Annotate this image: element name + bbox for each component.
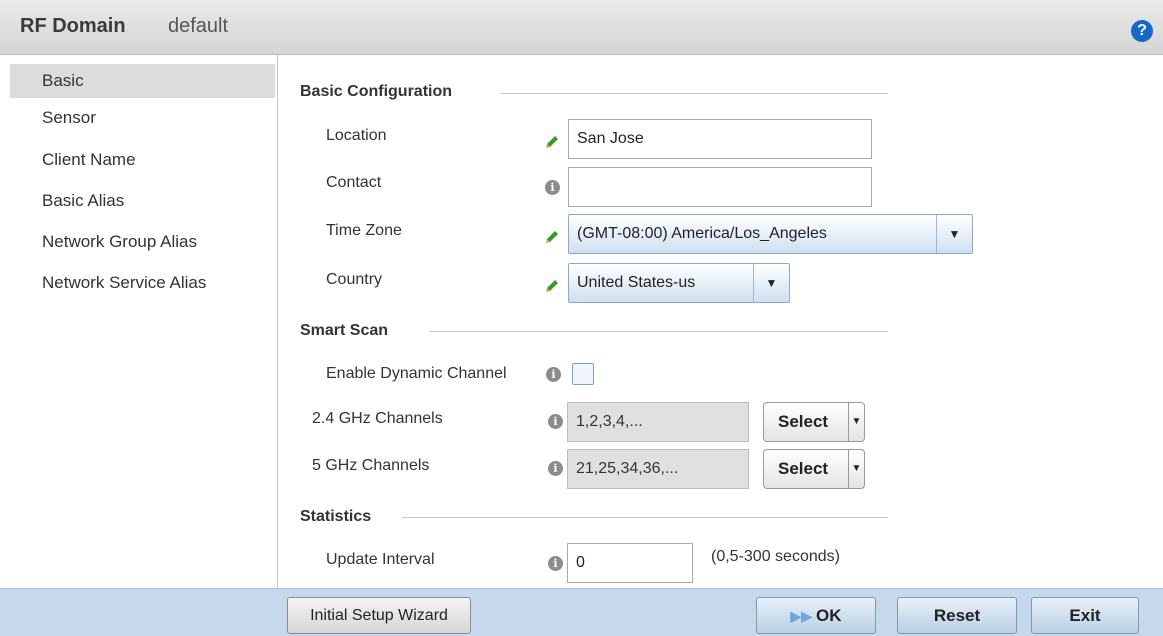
reset-button[interactable]: Reset [897,597,1017,634]
chevron-down-icon: ▼ [848,403,864,441]
contact-label: Contact [326,174,382,191]
select-button-label: Select [778,412,829,431]
pencil-icon [546,280,558,292]
chevron-down-icon: ▼ [753,264,789,302]
statistics-heading: Statistics [300,508,372,525]
info-icon: i [546,367,561,382]
sidebar: Basic Sensor Client Name Basic Alias Net… [0,55,278,636]
location-input[interactable] [568,119,872,159]
location-label: Location [326,127,387,144]
sidebar-item-sensor[interactable]: Sensor [10,101,275,135]
footer-bar: Initial Setup Wizard ▶▶ OK Reset Exit [279,588,1163,636]
pencil-icon [546,136,558,148]
ok-button[interactable]: ▶▶ OK [756,597,876,634]
sidebar-item-basic[interactable]: Basic [10,64,275,98]
sidebar-footer [0,588,279,636]
help-icon[interactable]: ? [1131,20,1153,42]
channels-5-input [567,449,749,489]
sidebar-item-network-service-alias[interactable]: Network Service Alias [10,266,275,300]
channels-24-input [567,402,749,442]
country-select[interactable]: United States-us ▼ [568,263,790,303]
info-icon: i [548,414,563,429]
chevron-down-icon: ▼ [936,215,972,253]
time-zone-select[interactable]: (GMT-08:00) America/Los_Angeles ▼ [568,214,973,254]
section-divider [402,517,888,518]
country-value: United States-us [577,274,696,291]
smart-scan-heading: Smart Scan [300,322,389,339]
select-button-label: Select [778,459,829,478]
sidebar-item-basic-alias[interactable]: Basic Alias [10,184,275,218]
channels-5-label: 5 GHz Channels [312,457,430,474]
contact-input[interactable] [568,167,872,207]
channels-24-select-button[interactable]: Select ▼ [763,402,865,442]
sidebar-item-network-group-alias[interactable]: Network Group Alias [10,225,275,259]
update-interval-input[interactable] [567,543,693,583]
chevron-down-icon: ▼ [848,450,864,488]
basic-configuration-heading: Basic Configuration [300,83,453,100]
time-zone-label: Time Zone [326,222,402,239]
info-icon: i [545,180,560,195]
section-divider [500,93,888,94]
info-icon: i [548,556,563,571]
exit-button[interactable]: Exit [1031,597,1139,634]
double-arrow-icon: ▶▶ [790,608,813,624]
country-label: Country [326,271,383,288]
initial-setup-wizard-button[interactable]: Initial Setup Wizard [287,597,471,634]
ok-button-label: OK [816,606,842,625]
update-interval-hint: (0,5-300 seconds) [711,548,840,565]
channels-5-select-button[interactable]: Select ▼ [763,449,865,489]
window-subtitle: default [168,15,229,37]
sidebar-item-client-name[interactable]: Client Name [10,143,275,177]
dynamic-channel-checkbox[interactable] [572,363,594,385]
pencil-icon [546,231,558,243]
update-interval-label: Update Interval [326,551,435,568]
channels-24-label: 2.4 GHz Channels [312,410,443,427]
dynamic-channel-label: Enable Dynamic Channel [326,365,507,382]
window-title: RF Domain [20,15,126,37]
title-bar: RF Domain default ? [0,0,1163,55]
section-divider [430,331,888,332]
info-icon: i [548,461,563,476]
time-zone-value: (GMT-08:00) America/Los_Angeles [577,225,827,242]
